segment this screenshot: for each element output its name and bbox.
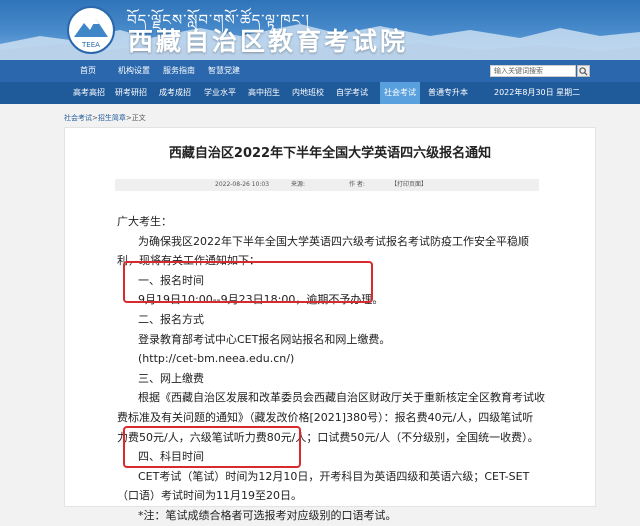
publish-date: 2022-08-26 10:03: [215, 181, 270, 188]
nav-party-building[interactable]: 智慧党建: [208, 60, 240, 82]
paragraph-intro: 为确保我区2022年下半年全国大学英语四六级考试报名考试防疫工作安全平稳顺: [138, 234, 529, 248]
breadcrumb-admission[interactable]: 招生简章: [98, 114, 126, 122]
tab-graduate-exam[interactable]: 研考研招: [114, 82, 148, 104]
teea-logo-icon[interactable]: TEEA: [66, 5, 116, 55]
breadcrumb: 社会考试>招生简章>正文: [64, 113, 146, 123]
top-nav: 首页 机构设置 服务指南 智慧党建 输入关键词搜索: [0, 60, 640, 82]
highlight-box-subject-time: [123, 426, 301, 468]
nav-home[interactable]: 首页: [80, 60, 96, 82]
current-date: 2022年8月30日 星期二: [494, 88, 581, 97]
note-text: *注：笔试成绩合格者可选报考对应级别的口语考试。: [138, 508, 397, 522]
tab-upgrade[interactable]: 普通专升本: [426, 82, 470, 104]
search-icon: [579, 67, 588, 76]
breadcrumb-social-exam[interactable]: 社会考试: [64, 114, 92, 122]
tab-inland-schools[interactable]: 内地班校: [291, 82, 325, 104]
search-button[interactable]: [577, 65, 590, 77]
sub-nav: 高考高招 研考研招 成考成招 学业水平 高中招生 内地班校 自学考试 社会考试 …: [0, 82, 640, 104]
section-heading-registration-method: 二、报名方式: [138, 312, 204, 326]
tab-social-exam[interactable]: 社会考试: [380, 82, 420, 104]
tab-self-study[interactable]: 自学考试: [335, 82, 369, 104]
author-label: 作 者:: [349, 181, 365, 188]
site-title: 西藏自治区教育考试院: [128, 27, 409, 56]
highlight-box-registration-time: [123, 261, 373, 303]
logo-text: TEEA: [81, 41, 100, 49]
registration-url[interactable]: (http://cet-bm.neea.edu.cn/): [117, 349, 537, 369]
site-banner: TEEA བོད་ལྗོངས་སློབ་གསོ་ཚོད་ལྟ་ཁང་། 西藏自治…: [0, 0, 640, 60]
section-heading-payment: 三、网上缴费: [138, 371, 204, 385]
tab-adult-exam[interactable]: 成考成招: [158, 82, 192, 104]
registration-method-text: 登录教育部考试中心CET报名网站报名和网上缴费。: [138, 332, 391, 346]
payment-text-cont: 费标准及有关问题的通知》（藏发改价格[2021]380号）：报名费40元/人，四…: [117, 410, 534, 424]
nav-organization[interactable]: 机构设置: [118, 60, 150, 82]
source-label: 来源:: [291, 181, 306, 188]
article-meta: 2022-08-26 10:03 来源: 作 者: 【打印页面】: [115, 179, 539, 191]
tab-gaokao[interactable]: 高考高招: [72, 82, 106, 104]
print-link[interactable]: 【打印页面】: [391, 179, 427, 191]
article-card: 西藏自治区2022年下半年全国大学英语四六级报名通知 2022-08-26 10…: [64, 127, 596, 522]
article-title: 西藏自治区2022年下半年全国大学英语四六级报名通知: [168, 146, 492, 161]
search-input[interactable]: 输入关键词搜索: [490, 65, 576, 77]
nav-service-guide[interactable]: 服务指南: [163, 60, 195, 82]
tab-academic-level[interactable]: 学业水平: [203, 82, 237, 104]
subject-time-text: CET考试（笔试）时间为12月10日，开考科目为英语四级和英语六级；CET-SE…: [138, 469, 530, 483]
article-body: 广大考生： 为确保我区2022年下半年全国大学英语四六级考试报名考试防疫工作安全…: [117, 212, 545, 526]
salutation: 广大考生：: [117, 215, 172, 228]
breadcrumb-current: 正文: [131, 114, 146, 122]
tab-high-school[interactable]: 高中招生: [247, 82, 281, 104]
payment-text: 根据《西藏自治区发展和改革委员会西藏自治区财政厅关于重新核定全区教育考试收: [138, 391, 545, 405]
subject-time-text-cont: （口语）考试时间为11月19至20日。: [117, 489, 302, 503]
